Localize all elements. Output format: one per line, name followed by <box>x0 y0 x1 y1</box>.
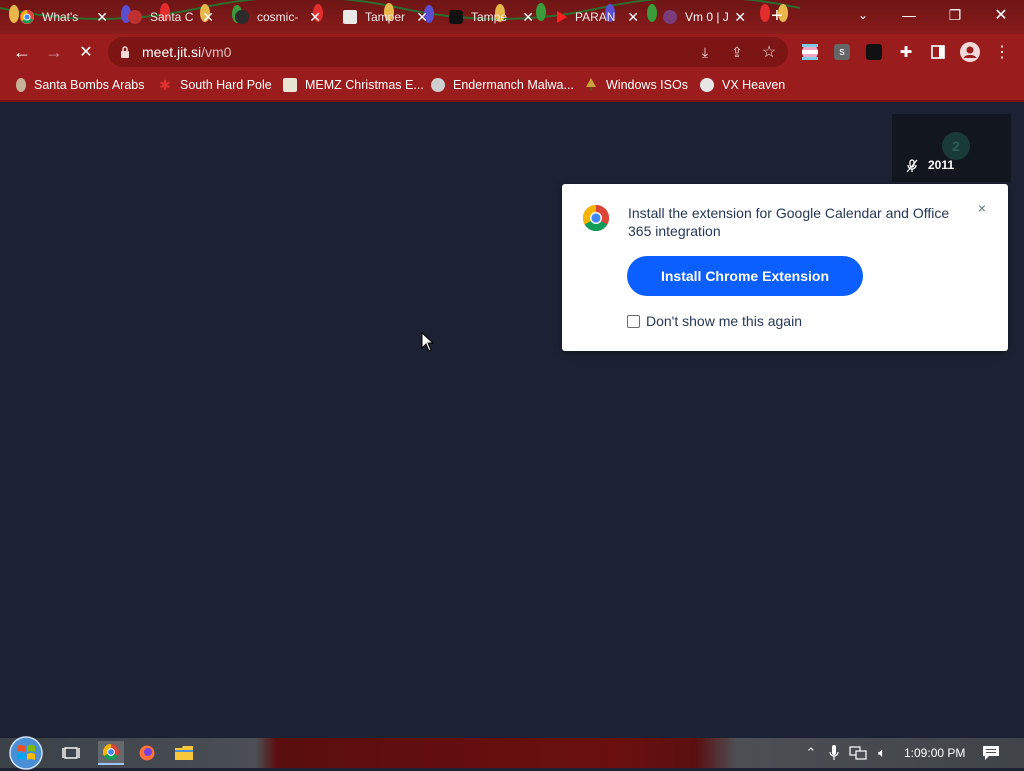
chrome-icon <box>20 10 34 24</box>
tab-paran[interactable]: PARAN ✕ <box>557 4 639 30</box>
restore-button[interactable]: ❐ <box>932 0 978 30</box>
dont-show-again-option[interactable]: Don't show me this again <box>627 313 802 329</box>
tampermonkey-icon <box>343 10 357 24</box>
mic-muted-icon <box>906 159 918 173</box>
chrome-extension-popup: Install the extension for Google Calenda… <box>562 184 1008 351</box>
participant-name: 2011 <box>928 158 955 172</box>
microphone-icon[interactable] <box>825 744 843 762</box>
youtube-icon <box>557 10 567 24</box>
tab-title: Tamper <box>365 10 406 24</box>
back-button[interactable]: ← <box>10 40 34 64</box>
tab-title: Santa C <box>150 10 194 24</box>
lock-icon <box>121 46 129 58</box>
tab-title: Vm 0 | J <box>685 10 729 24</box>
dont-show-checkbox[interactable] <box>627 314 640 328</box>
share-icon[interactable]: ⇪ <box>726 41 748 63</box>
task-view-icon[interactable] <box>58 741 84 765</box>
bookmark-label: MEMZ Christmas E... <box>305 78 424 92</box>
install-chrome-extension-button[interactable]: Install Chrome Extension <box>627 256 863 296</box>
tab-cosmic[interactable]: cosmic- ✕ <box>235 4 321 30</box>
tampermonkey-extension-icon[interactable] <box>863 41 885 63</box>
bookmark-vx-heaven[interactable]: VX Heaven <box>700 76 785 94</box>
tab-title: PARAN <box>575 10 616 24</box>
bookmark-label: Windows ISOs <box>606 78 688 92</box>
tab-whats[interactable]: What's ✕ <box>20 4 108 30</box>
tab-search-icon[interactable]: ⌄ <box>848 0 878 30</box>
participant-avatar: 2 <box>942 132 970 160</box>
url-text: meet.jit.si/vm0 <box>142 44 231 60</box>
snowflake-icon: ✱ <box>159 77 171 93</box>
url-host: meet.jit.si <box>142 44 202 60</box>
bookmark-memz-christmas[interactable]: MEMZ Christmas E... <box>283 76 424 94</box>
url-path: /vm0 <box>201 44 232 60</box>
close-icon[interactable]: ✕ <box>416 9 428 26</box>
close-icon[interactable]: ✕ <box>734 9 746 26</box>
vx-heaven-icon <box>700 78 714 92</box>
start-orb-icon[interactable] <box>8 735 44 771</box>
github-icon <box>235 10 249 24</box>
close-icon[interactable]: ✕ <box>96 9 108 26</box>
taskbar-file-explorer-icon[interactable] <box>171 741 197 765</box>
raccoon-icon <box>431 78 445 92</box>
bookmark-label: Santa Bombs Arabs <box>34 78 145 92</box>
menu-kebab-icon[interactable]: ⋮ <box>991 41 1013 63</box>
extensions-puzzle-icon[interactable]: ✚ <box>895 41 917 63</box>
taskbar-chrome-icon[interactable] <box>98 741 124 765</box>
meeting-stage[interactable]: 2 2011 Install the extension for Google … <box>0 102 1024 738</box>
close-icon[interactable]: ✕ <box>627 9 639 26</box>
install-app-icon[interactable]: ⤓ <box>694 41 716 63</box>
new-tab-button[interactable]: + <box>766 6 788 28</box>
stop-loading-button[interactable]: ✕ <box>74 40 98 64</box>
santa-bomb-icon <box>16 78 26 92</box>
dont-show-label: Don't show me this again <box>646 313 802 329</box>
memz-icon <box>283 78 297 92</box>
bookmark-south-hard-pole[interactable]: ✱ South Hard Pole <box>158 76 272 94</box>
bookmark-star-icon[interactable]: ☆ <box>758 41 780 63</box>
tab-jitsi[interactable]: Vm 0 | J ✕ <box>663 4 746 30</box>
chrome-logo-icon <box>582 204 610 232</box>
taskbar-firefox-icon[interactable] <box>134 741 160 765</box>
action-center-icon[interactable] <box>982 744 1000 762</box>
jitsi-icon <box>663 10 677 24</box>
extension-flag-icon[interactable] <box>799 41 821 63</box>
show-hidden-icons-chevron-icon[interactable]: ⌃ <box>802 744 820 762</box>
profile-avatar-icon[interactable] <box>959 41 981 63</box>
volume-icon[interactable]: 🔈︎ <box>873 744 891 762</box>
tampermonkey-dark-icon <box>449 10 463 24</box>
bookmark-label: Endermanch Malwa... <box>453 78 574 92</box>
tab-strip: What's ✕ Santa C ✕ cosmic- ✕ Tamper ✕ Ta… <box>0 0 1024 34</box>
tab-title: What's <box>42 10 79 24</box>
close-icon[interactable]: ✕ <box>202 9 214 26</box>
extension-s-icon[interactable]: s <box>831 41 853 63</box>
address-bar[interactable]: meet.jit.si/vm0 ⤓ ⇪ ☆ <box>108 37 788 67</box>
popup-message: Install the extension for Google Calenda… <box>628 205 950 239</box>
tab-tamper-2[interactable]: Tampe ✕ <box>449 4 534 30</box>
tab-title: Tampe <box>471 10 508 24</box>
forward-button[interactable]: → <box>42 40 66 64</box>
bookmarks-bar: Santa Bombs Arabs ✱ South Hard Pole MEMZ… <box>0 70 1024 102</box>
tab-tamper-1[interactable]: Tamper ✕ <box>343 4 428 30</box>
bookmark-label: South Hard Pole <box>180 78 272 92</box>
browser-toolbar: ← → ✕ meet.jit.si/vm0 ⤓ ⇪ ☆ s ✚ ⋮ <box>0 34 1024 70</box>
bookmark-windows-isos[interactable]: Windows ISOs <box>584 76 688 94</box>
bookmark-santa-bombs-arabs[interactable]: Santa Bombs Arabs <box>16 76 144 94</box>
network-icon[interactable] <box>849 744 867 762</box>
participant-thumbnail[interactable]: 2 2011 <box>892 114 1011 182</box>
windows-taskbar: ⌃ 🔈︎ 1:09:00 PM <box>0 735 1024 771</box>
tab-santa[interactable]: Santa C ✕ <box>128 4 214 30</box>
close-icon[interactable]: ✕ <box>522 9 534 26</box>
mouse-cursor-icon <box>421 332 435 352</box>
santa-icon <box>128 10 142 24</box>
bookmark-label: VX Heaven <box>722 78 786 92</box>
close-icon[interactable]: × <box>975 201 989 215</box>
minimize-button[interactable]: — <box>886 0 932 30</box>
close-icon[interactable]: ✕ <box>309 9 321 26</box>
tab-title: cosmic- <box>257 10 299 24</box>
close-window-button[interactable]: ✕ <box>978 0 1024 30</box>
tree-icon <box>584 78 598 92</box>
taskbar-clock[interactable]: 1:09:00 PM <box>904 746 965 760</box>
side-panel-icon[interactable] <box>927 41 949 63</box>
bookmark-endermanch[interactable]: Endermanch Malwa... <box>431 76 574 94</box>
